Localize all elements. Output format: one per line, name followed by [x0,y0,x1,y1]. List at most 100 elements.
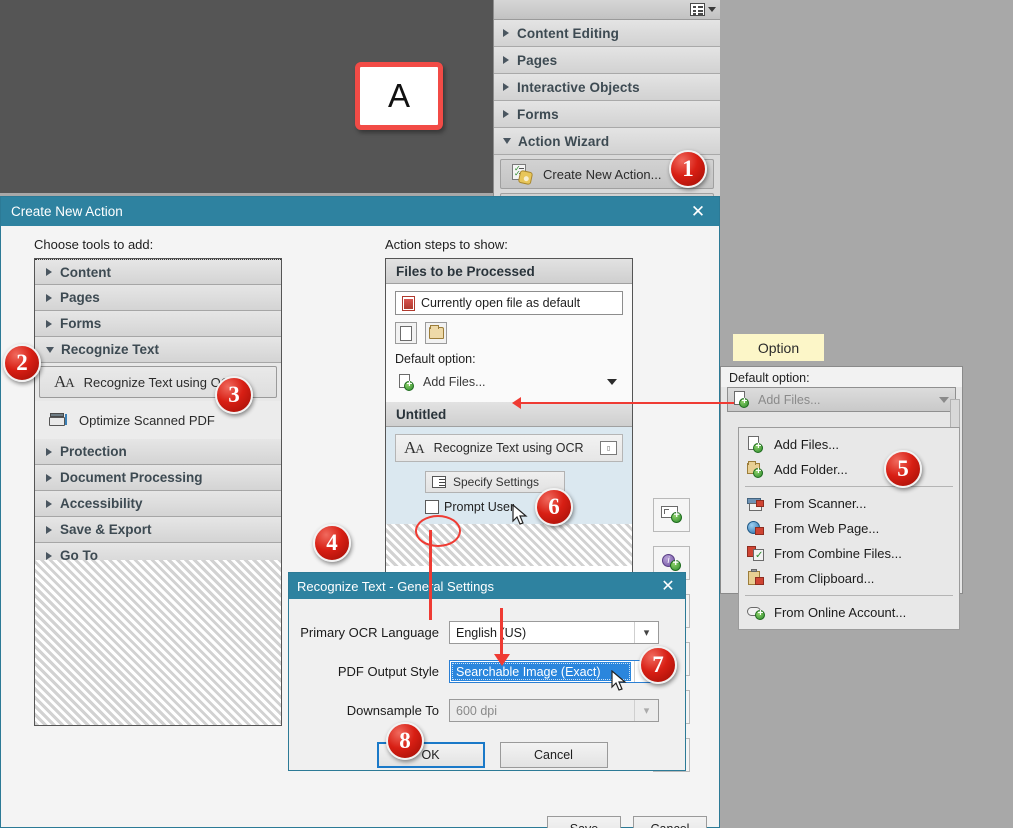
settings-list-icon [432,476,446,488]
specify-settings-label: Specify Settings [453,475,540,489]
chevron-right-icon [46,293,52,302]
save-button[interactable]: Save [547,816,621,828]
chevron-down-icon [46,346,54,353]
sidebar-section-interactive-objects[interactable]: Interactive Objects [494,74,720,101]
tool-group-document-processing[interactable]: Document Processing [35,465,281,491]
tool-group-label: Content [60,264,111,280]
add-file-icon [733,391,750,408]
tool-group-accessibility[interactable]: Accessibility [35,491,281,517]
group-header-label: Files to be Processed [396,263,535,279]
tool-group-content[interactable]: Content [35,259,281,285]
tool-group-pages[interactable]: Pages [35,285,281,311]
cancel-button[interactable]: Cancel [633,816,707,828]
sidebar-section-label: Forms [517,106,559,122]
field-value: English (US) [456,625,527,640]
tool-group-recognize-text[interactable]: Recognize Text [35,337,281,363]
menu-item-from-clipboard[interactable]: From Clipboard... [739,566,959,591]
menu-separator [745,595,953,596]
chevron-down-icon [939,396,949,403]
untitled-group-body: AA Recognize Text using OCR ▯ Specify Se… [386,427,632,524]
chevron-right-icon [46,499,52,508]
chevron-down-icon: ▾ [634,700,658,721]
annotation-arrow-head [512,397,521,409]
prompt-user-label: Prompt User [444,500,515,514]
menu-item-from-scanner[interactable]: From Scanner... [739,491,959,516]
aa-text-icon: AA [404,438,425,457]
add-file-button[interactable] [395,322,417,344]
cloud-icon [747,604,765,621]
prompt-user-checkbox[interactable] [425,500,439,514]
tool-group-protection[interactable]: Protection [35,439,281,465]
add-file-icon [747,436,765,453]
settings-titlebar: Recognize Text - General Settings ✕ [289,573,685,599]
chevron-down-icon[interactable] [708,7,716,12]
annotation-arrow-line-vertical-2 [500,608,503,656]
menu-item-add-folder[interactable]: Add Folder... [739,457,959,482]
settings-title: Recognize Text - General Settings [297,578,495,594]
annotation-badge-8: 8 [386,722,424,760]
sidebar-section-forms[interactable]: Forms [494,101,720,128]
primary-ocr-language-select[interactable]: English (US) ▾ [449,621,659,644]
add-folder-button[interactable] [425,322,447,344]
tool-group-save-export[interactable]: Save & Export [35,517,281,543]
tool-group-forms[interactable]: Forms [35,311,281,337]
globe-icon [747,520,765,537]
tools-tree[interactable]: Content Pages Forms Recognize Text AA Re… [34,258,282,726]
chevron-right-icon [503,83,509,91]
close-icon[interactable]: ✕ [683,197,713,226]
empty-hatch-area [35,560,281,725]
add-panel-label-button[interactable] [653,498,690,532]
default-option-dropdown[interactable]: Add Files... [395,370,623,394]
menu-item-from-web-page[interactable]: From Web Page... [739,516,959,541]
option-combo[interactable]: Add Files... [727,387,956,412]
step-options-icon[interactable]: ▯ [600,441,617,455]
annotation-badge-4: 4 [313,524,351,562]
page-icon [400,325,412,341]
field-value: Searchable Image (Exact) [451,662,631,681]
step-label: Recognize Text using OCR [433,441,584,455]
dialog-title: Create New Action [11,204,123,219]
default-option-value: Add Files... [423,375,486,389]
info-plus-icon [661,554,683,572]
menu-item-add-files[interactable]: Add Files... [739,432,959,457]
option-menu[interactable]: Add Files... Add Folder... From Scanner.… [738,427,960,630]
annotation-ellipse-prompt-user [415,515,461,547]
tool-group-label: Save & Export [60,522,152,537]
settings-cancel-button[interactable]: Cancel [499,742,608,768]
mouse-cursor [512,504,528,525]
sidebar-item-label: Create New Action... [543,166,662,182]
option-default-label: Default option: [721,367,962,387]
list-view-icon[interactable] [690,3,705,16]
field-label: Downsample To [346,703,439,718]
chevron-right-icon [503,56,509,64]
chevron-right-icon [46,551,52,560]
chevron-right-icon [503,29,509,37]
step-recognize-text-using-ocr[interactable]: AA Recognize Text using OCR ▯ [395,434,623,462]
menu-item-label: From Clipboard... [774,571,875,586]
default-file-field[interactable]: Currently open file as default [395,291,623,315]
field-label: Primary OCR Language [300,625,439,640]
annotation-arrow-line-vertical [429,530,432,620]
close-icon[interactable]: ✕ [655,573,681,599]
files-group-body: Currently open file as default Default o… [386,284,632,402]
action-steps-label: Action steps to show: [385,237,508,252]
mouse-cursor [611,670,627,691]
annotation-badge-5: 5 [884,450,922,488]
menu-item-label: From Scanner... [774,496,867,511]
folder-icon [428,325,444,339]
combine-files-icon: ✓ [747,545,765,562]
sidebar-section-label: Content Editing [517,25,619,41]
annotation-badge-2: 2 [3,344,41,382]
steps-group-files: Files to be Processed [386,259,632,284]
menu-item-from-online-account[interactable]: From Online Account... [739,600,959,625]
menu-item-from-combine-files[interactable]: ✓ From Combine Files... [739,541,959,566]
downsample-to-select[interactable]: 600 dpi ▾ [449,699,659,722]
menu-item-label: From Combine Files... [774,546,902,561]
page-letter: A [387,77,410,114]
dialog-footer: Save Cancel [547,816,707,828]
tool-group-label: Forms [60,316,102,331]
tool-group-label: Protection [60,444,127,459]
sidebar-section-pages[interactable]: Pages [494,47,720,74]
option-dropdown-panel[interactable]: Default option: Add Files... Add Files..… [720,366,963,630]
sidebar-section-content-editing[interactable]: Content Editing [494,20,720,47]
